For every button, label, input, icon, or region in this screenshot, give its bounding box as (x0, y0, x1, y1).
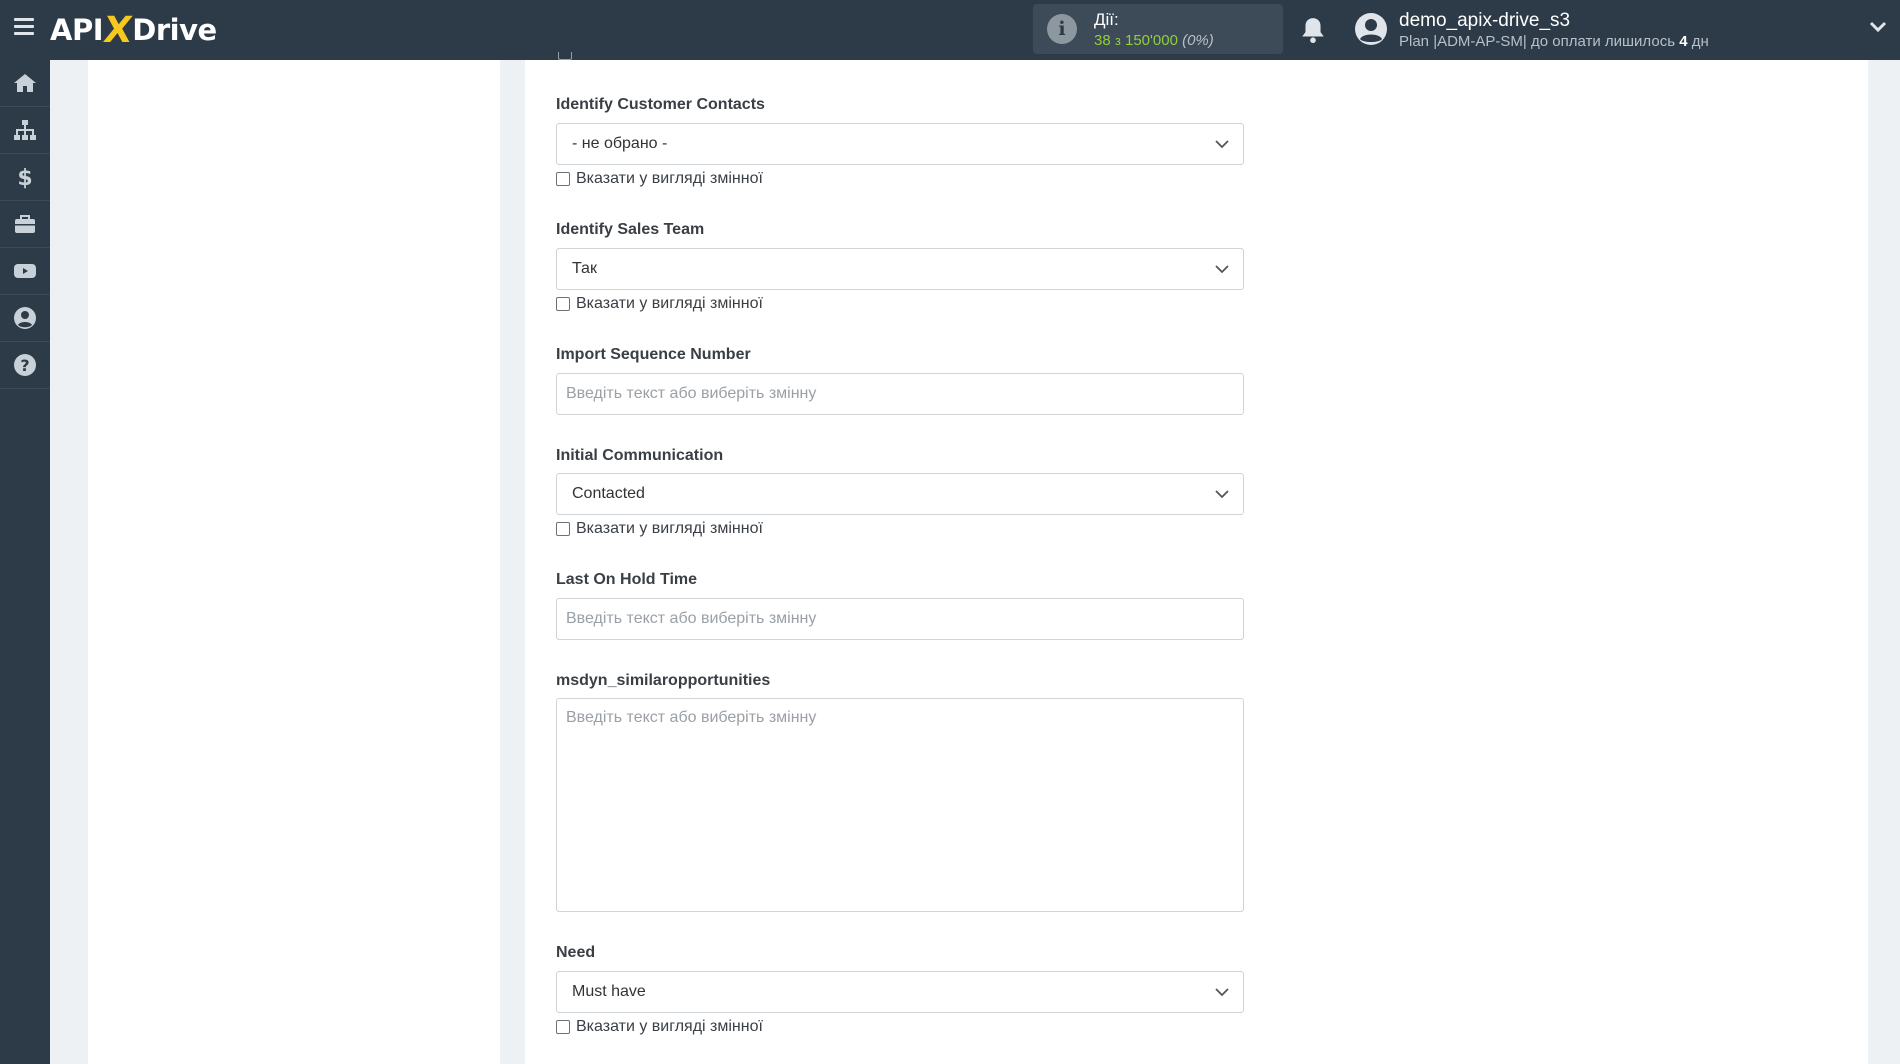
info-icon: i (1047, 14, 1077, 44)
actions-counter: i Дії: 38 з 150'000 (0%) (1033, 4, 1283, 54)
partial-checkbox[interactable] (558, 52, 572, 60)
sitemap-icon (14, 120, 36, 140)
chevron-down-icon (1215, 490, 1229, 499)
chevron-down-icon (1215, 140, 1229, 149)
checkbox[interactable] (556, 297, 570, 311)
checkbox-label: Вказати у вигляді змінної (576, 170, 763, 187)
sidebar-item-tools[interactable] (0, 201, 50, 248)
variable-toggle-initial-communication[interactable]: Вказати у вигляді змінної (556, 519, 763, 539)
placeholder: Введіть текст або виберіть змінну (566, 385, 817, 402)
bell-icon[interactable] (1300, 16, 1326, 44)
question-icon: ? (14, 354, 36, 376)
youtube-icon (14, 264, 36, 278)
select-value: - не обрано - (572, 135, 668, 152)
variable-toggle-identify-sales-team[interactable]: Вказати у вигляді змінної (556, 294, 763, 314)
sidebar-item-profile[interactable] (0, 295, 50, 342)
svg-text:?: ? (20, 356, 29, 375)
sidebar-item-home[interactable] (0, 60, 50, 107)
field-label-import-sequence-number: Import Sequence Number (556, 346, 751, 363)
placeholder: Введіть текст або виберіть змінну (566, 709, 817, 726)
sidebar-item-help[interactable]: ? (0, 342, 50, 389)
menu-icon[interactable] (14, 18, 34, 36)
placeholder: Введіть текст або виберіть змінну (566, 610, 817, 627)
select-identify-sales-team[interactable]: Так (556, 248, 1244, 290)
input-import-sequence-number[interactable]: Введіть текст або виберіть змінну (556, 373, 1244, 415)
field-label-similar-opportunities: msdyn_similaropportunities (556, 672, 771, 689)
top-bar: API X Drive i Дії: 38 з 150'000 (0%) demo_… (0, 0, 1900, 60)
field-label-initial-communication: Initial Communication (556, 447, 724, 464)
user-circle-icon (14, 307, 36, 329)
checkbox[interactable] (556, 172, 570, 186)
variable-toggle-identify-customer-contacts[interactable]: Вказати у вигляді змінної (556, 169, 763, 189)
select-need[interactable]: Must have (556, 971, 1244, 1013)
sidebar: $ ? (0, 60, 50, 1064)
select-identify-customer-contacts[interactable]: - не обрано - (556, 123, 1244, 165)
chevron-down-icon[interactable] (1869, 20, 1887, 34)
actions-value: 38 з 150'000 (0%) (1094, 32, 1214, 49)
user-plan: Plan |ADM-AP-SM| до оплати лишилось 4 дн (1399, 33, 1709, 50)
checkbox-label: Вказати у вигляді змінної (576, 520, 763, 537)
left-panel (88, 60, 500, 1064)
checkbox[interactable] (556, 522, 570, 536)
select-initial-communication[interactable]: Contacted (556, 473, 1244, 515)
apixdrive-logo[interactable]: API X Drive (50, 8, 217, 52)
checkbox-label: Вказати у вигляді змінної (576, 295, 763, 312)
textarea-similar-opportunities[interactable]: Введіть текст або виберіть змінну (556, 698, 1244, 912)
chevron-down-icon (1215, 265, 1229, 274)
main-panel (525, 60, 1868, 1064)
select-value: Must have (572, 983, 646, 1000)
home-icon (14, 74, 36, 92)
svg-text:$: $ (17, 166, 32, 189)
input-last-on-hold-time[interactable]: Введіть текст або виберіть змінну (556, 598, 1244, 640)
sidebar-item-connections[interactable] (0, 107, 50, 154)
field-label-identify-customer-contacts: Identify Customer Contacts (556, 96, 765, 113)
dollar-icon: $ (17, 166, 32, 189)
sidebar-item-video[interactable] (0, 248, 50, 295)
field-label-last-on-hold-time: Last On Hold Time (556, 571, 698, 588)
select-value: Contacted (572, 485, 645, 502)
user-name[interactable]: demo_apix-drive_s3 (1399, 10, 1570, 32)
briefcase-icon (15, 215, 35, 233)
field-label-identify-sales-team: Identify Sales Team (556, 221, 705, 238)
actions-label: Дії: (1094, 10, 1119, 29)
avatar-icon[interactable] (1354, 12, 1388, 46)
select-value: Так (572, 260, 597, 277)
checkbox-label: Вказати у вигляді змінної (576, 1018, 763, 1035)
checkbox[interactable] (556, 1020, 570, 1034)
chevron-down-icon (1215, 988, 1229, 997)
field-label-need: Need (556, 944, 596, 961)
sidebar-item-billing[interactable]: $ (0, 154, 50, 201)
variable-toggle-need[interactable]: Вказати у вигляді змінної (556, 1017, 763, 1037)
